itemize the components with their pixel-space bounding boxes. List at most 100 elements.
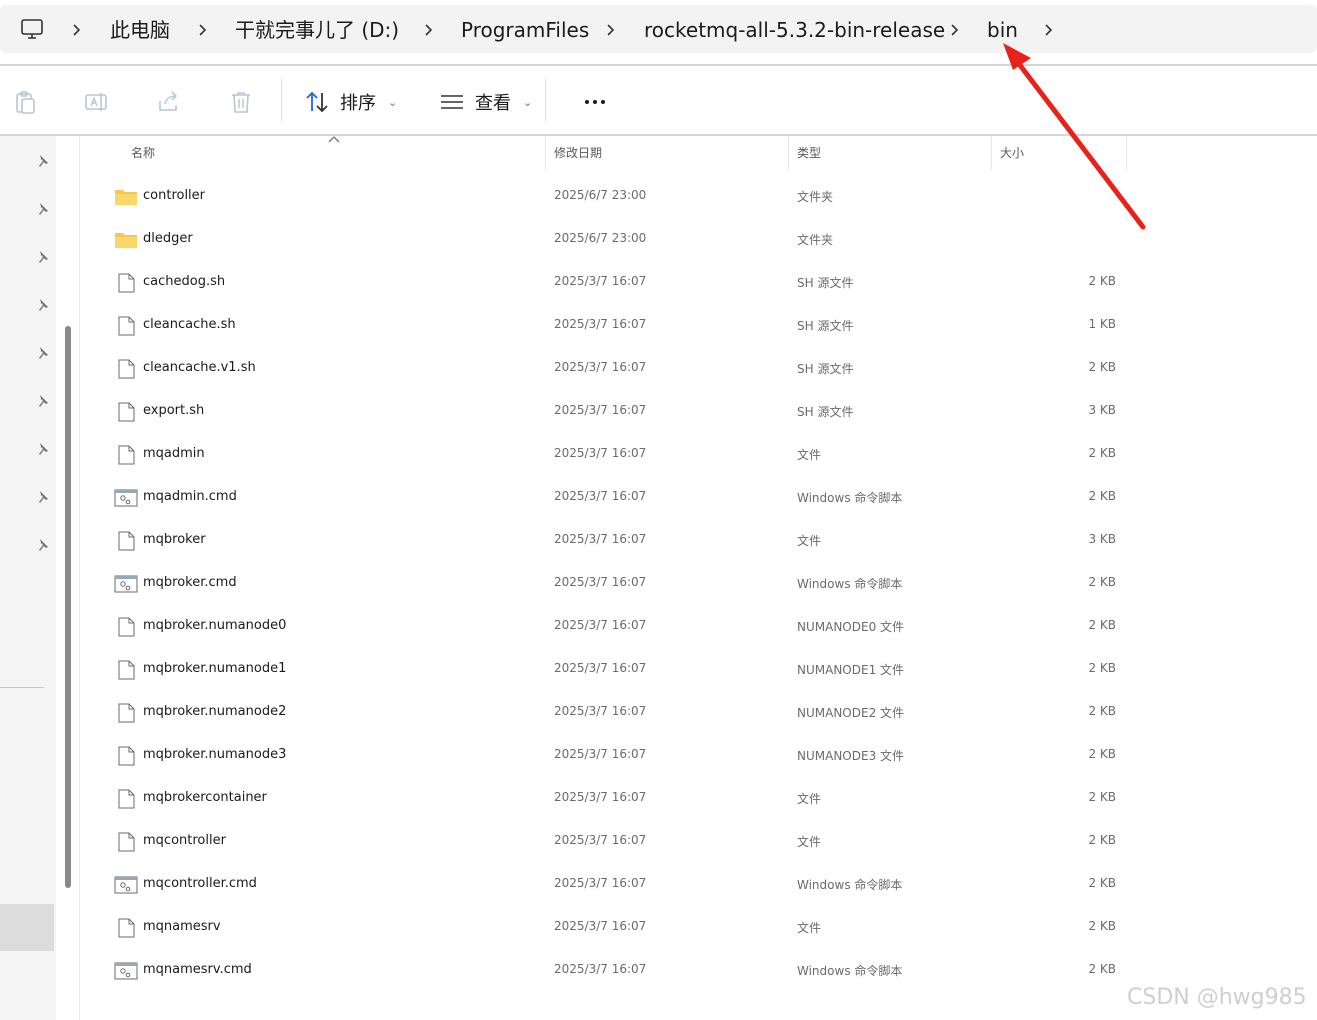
pin-icon[interactable] <box>34 201 50 217</box>
pin-icon[interactable] <box>34 297 50 313</box>
rename-icon[interactable] <box>84 89 110 115</box>
file-size: 2 KB <box>1088 790 1116 804</box>
file-row[interactable]: mqbroker.cmd 2025/3/7 16:07 Windows 命令脚本 2 … <box>84 562 1134 605</box>
chevron-right-icon[interactable] <box>422 22 436 38</box>
file-modified-date: 2025/6/7 23:00 <box>554 188 647 202</box>
chevron-down-icon: ⌄ <box>523 95 533 109</box>
file-name: mqbrokercontainer <box>143 790 267 805</box>
sort-icon <box>306 91 328 113</box>
file-type: Windows 命令脚本 <box>797 491 903 505</box>
pin-icon[interactable] <box>34 153 50 169</box>
file-row[interactable]: cleancache.sh 2025/3/7 16:07 SH 源文件 1 KB <box>84 304 1134 347</box>
column-divider[interactable] <box>545 136 546 170</box>
file-row[interactable]: mqnamesrv.cmd 2025/3/7 16:07 Windows 命令脚本 2… <box>84 949 1134 992</box>
pin-icon[interactable] <box>34 489 50 505</box>
file-modified-date: 2025/6/7 23:00 <box>554 231 647 245</box>
file-size: 2 KB <box>1088 747 1116 761</box>
column-header-modified[interactable]: 修改日期 <box>554 136 602 170</box>
file-row[interactable]: mqbroker.numanode0 2025/3/7 16:07 NUMANODE… <box>84 605 1134 648</box>
pin-icon[interactable] <box>34 441 50 457</box>
navigation-pane <box>0 136 56 1020</box>
column-header-size[interactable]: 大小 <box>1000 136 1024 170</box>
file-row[interactable]: mqbroker.numanode3 2025/3/7 16:07 NUMANODE… <box>84 734 1134 777</box>
file-name: dledger <box>143 231 193 246</box>
delete-icon[interactable] <box>228 89 254 115</box>
file-row[interactable]: dledger 2025/6/7 23:00 文件夹 <box>84 218 1134 261</box>
breadcrumb-drive-d[interactable]: 干就完事儿了 (D:) <box>235 18 399 42</box>
nav-scrollbar-thumb[interactable] <box>65 326 71 888</box>
file-size: 2 KB <box>1088 360 1116 374</box>
chevron-down-icon: ⌄ <box>388 95 398 109</box>
address-bar[interactable]: 此电脑 干就完事儿了 (D:) ProgramFiles rocketmq-al… <box>0 5 1317 53</box>
chevron-right-icon[interactable] <box>196 22 210 38</box>
file-type: 文件 <box>797 448 822 462</box>
column-header-name[interactable]: 名称 <box>131 136 155 170</box>
file-type: 文件 <box>797 921 822 935</box>
file-type: NUMANODE0 文件 <box>797 620 905 634</box>
view-button[interactable]: 查看 ⌄ <box>439 88 532 116</box>
file-row[interactable]: mqbroker.numanode2 2025/3/7 16:07 NUMANODE… <box>84 691 1134 734</box>
chevron-right-icon[interactable] <box>948 22 962 38</box>
file-row[interactable]: cachedog.sh 2025/3/7 16:07 SH 源文件 2 KB <box>84 261 1134 304</box>
file-type: Windows 命令脚本 <box>797 878 903 892</box>
file-row[interactable]: mqbroker.numanode1 2025/3/7 16:07 NUMANODE… <box>84 648 1134 691</box>
file-modified-date: 2025/3/7 16:07 <box>554 962 647 976</box>
pin-icon[interactable] <box>34 345 50 361</box>
file-type: Windows 命令脚本 <box>797 964 903 978</box>
share-icon[interactable] <box>156 89 182 115</box>
nav-selected-item[interactable] <box>0 904 54 951</box>
chevron-right-icon[interactable] <box>1042 22 1056 38</box>
toolbar-divider <box>0 134 1317 136</box>
breadcrumb-rocketmq[interactable]: rocketmq-all-5.3.2-bin-release <box>644 18 945 42</box>
this-pc-icon[interactable] <box>20 17 44 41</box>
file-modified-date: 2025/3/7 16:07 <box>554 403 647 417</box>
file-row[interactable]: controller 2025/6/7 23:00 文件夹 <box>84 175 1134 218</box>
file-row[interactable]: mqbrokercontainer 2025/3/7 16:07 文件 2 KB <box>84 777 1134 820</box>
more-options-button[interactable] <box>578 88 612 116</box>
file-row[interactable]: mqadmin 2025/3/7 16:07 文件 2 KB <box>84 433 1134 476</box>
file-row[interactable]: mqcontroller 2025/3/7 16:07 文件 2 KB <box>84 820 1134 863</box>
breadcrumb-this-pc[interactable]: 此电脑 <box>110 18 170 42</box>
file-row[interactable]: export.sh 2025/3/7 16:07 SH 源文件 3 KB <box>84 390 1134 433</box>
command-toolbar: 排序 ⌄ 查看 ⌄ <box>0 66 1317 134</box>
file-name: mqbroker.numanode0 <box>143 618 287 633</box>
file-modified-date: 2025/3/7 16:07 <box>554 876 647 890</box>
file-row[interactable]: mqnamesrv 2025/3/7 16:07 文件 2 KB <box>84 906 1134 949</box>
file-row[interactable]: cleancache.v1.sh 2025/3/7 16:07 SH 源文件 2 KB <box>84 347 1134 390</box>
pin-icon[interactable] <box>34 249 50 265</box>
file-row[interactable]: mqadmin.cmd 2025/3/7 16:07 Windows 命令脚本 2 K… <box>84 476 1134 519</box>
breadcrumb-bin[interactable]: bin <box>987 18 1018 42</box>
file-size: 3 KB <box>1088 532 1116 546</box>
chevron-right-icon[interactable] <box>604 22 618 38</box>
file-name: mqcontroller <box>143 833 226 848</box>
file-modified-date: 2025/3/7 16:07 <box>554 360 647 374</box>
sort-ascending-icon <box>328 136 340 143</box>
file-size: 3 KB <box>1088 403 1116 417</box>
sort-button[interactable]: 排序 ⌄ <box>304 88 397 116</box>
file-modified-date: 2025/3/7 16:07 <box>554 489 647 503</box>
file-type: SH 源文件 <box>797 405 854 419</box>
file-size: 2 KB <box>1088 876 1116 890</box>
file-row[interactable]: mqbroker 2025/3/7 16:07 文件 3 KB <box>84 519 1134 562</box>
file-size: 2 KB <box>1088 962 1116 976</box>
file-row[interactable]: mqcontroller.cmd 2025/3/7 16:07 Windows 命令… <box>84 863 1134 906</box>
pin-icon[interactable] <box>34 537 50 553</box>
column-header-type[interactable]: 类型 <box>797 136 821 170</box>
paste-icon[interactable] <box>13 89 39 115</box>
column-divider[interactable] <box>991 136 992 170</box>
file-size: 2 KB <box>1088 919 1116 933</box>
breadcrumb-programfiles[interactable]: ProgramFiles <box>461 18 589 42</box>
toolbar-divider <box>545 78 546 122</box>
column-divider[interactable] <box>1126 136 1127 170</box>
file-type: NUMANODE3 文件 <box>797 749 905 763</box>
file-icon <box>114 531 138 551</box>
pin-icon[interactable] <box>34 393 50 409</box>
file-type: Windows 命令脚本 <box>797 577 903 591</box>
file-size: 2 KB <box>1088 618 1116 632</box>
file-size: 2 KB <box>1088 489 1116 503</box>
column-divider[interactable] <box>788 136 789 170</box>
toolbar-divider <box>281 78 282 122</box>
chevron-right-icon[interactable] <box>70 22 84 38</box>
cmd-script-icon <box>114 574 138 594</box>
file-name: mqbroker <box>143 532 206 547</box>
